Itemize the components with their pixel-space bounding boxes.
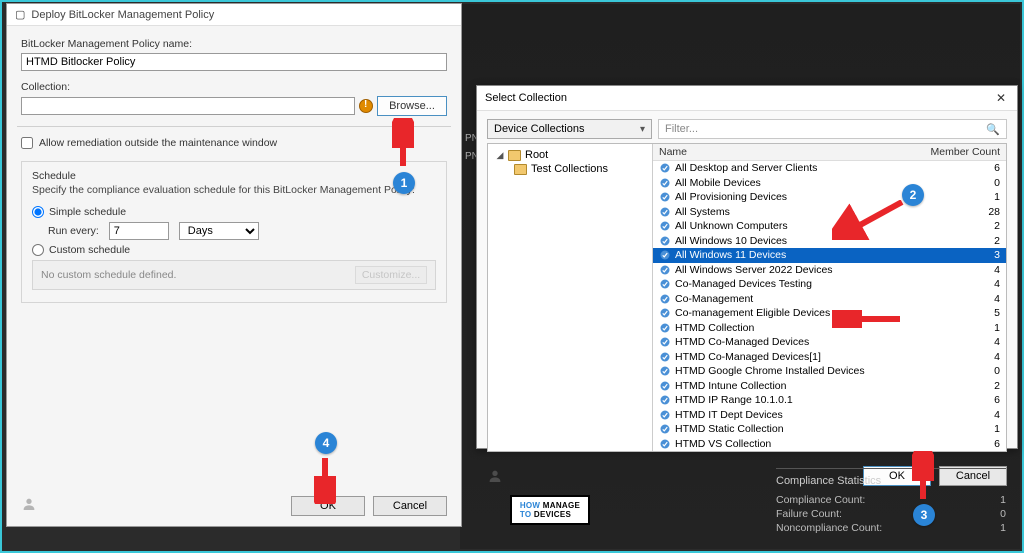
filter-input[interactable]: Filter... 🔍 xyxy=(658,119,1007,139)
schedule-heading: Schedule xyxy=(32,170,436,182)
compliance-title: Compliance Statistics xyxy=(776,475,1006,487)
window-icon: ▢ xyxy=(15,8,25,21)
deploy-ok-button[interactable]: OK xyxy=(291,496,365,516)
folder-icon xyxy=(508,150,521,161)
collection-icon xyxy=(659,220,671,232)
list-row[interactable]: All Windows Server 2022 Devices4 xyxy=(653,263,1006,278)
collection-icon xyxy=(659,438,671,450)
run-every-value[interactable] xyxy=(109,222,169,240)
compliance-statistics: Compliance Statistics Compliance Count:1… xyxy=(776,468,1006,535)
collection-icon xyxy=(659,293,671,305)
browse-button[interactable]: Browse... xyxy=(377,96,447,116)
folder-icon xyxy=(514,164,527,175)
tree-root[interactable]: ◢ Root xyxy=(492,148,648,162)
collection-icon xyxy=(659,409,671,421)
deploy-title: Deploy BitLocker Management Policy xyxy=(31,9,214,21)
collection-icon xyxy=(659,307,671,319)
list-row[interactable]: HTMD IT Dept Devices4 xyxy=(653,408,1006,423)
policy-name-field[interactable] xyxy=(21,53,447,71)
schedule-desc: Specify the compliance evaluation schedu… xyxy=(32,184,436,196)
list-row[interactable]: HTMD Intune Collection2 xyxy=(653,379,1006,394)
expander-icon[interactable]: ◢ xyxy=(496,150,504,161)
collection-icon xyxy=(659,206,671,218)
allow-remediation-checkbox[interactable]: Allow remediation outside the maintenanc… xyxy=(21,137,447,149)
custom-schedule-radio[interactable]: Custom schedule xyxy=(32,244,436,256)
list-row[interactable]: HTMD VS Collection6 xyxy=(653,437,1006,452)
policy-name-label: BitLocker Management Policy name: xyxy=(21,38,447,50)
deploy-dialog: ▢ Deploy BitLocker Management Policy Bit… xyxy=(6,3,462,527)
list-header: Name Member Count xyxy=(653,144,1006,161)
list-row[interactable]: HTMD Co-Managed Devices[1]4 xyxy=(653,350,1006,365)
list-row[interactable]: HTMD Google Chrome Installed Devices0 xyxy=(653,364,1006,379)
callout-2: 2 xyxy=(902,184,924,206)
callout-1: 1 xyxy=(393,172,415,194)
list-row[interactable]: All Mobile Devices0 xyxy=(653,176,1006,191)
callout-4: 4 xyxy=(315,432,337,454)
deploy-cancel-button[interactable]: Cancel xyxy=(373,496,447,516)
close-icon[interactable]: ✕ xyxy=(993,90,1009,106)
select-collection-dialog: Select Collection ✕ Device Collections F… xyxy=(476,85,1018,449)
tree-child[interactable]: Test Collections xyxy=(492,162,648,176)
collection-icon xyxy=(659,264,671,276)
collection-icon xyxy=(659,380,671,392)
warning-icon xyxy=(359,99,373,113)
user-icon xyxy=(487,468,503,484)
collection-icon xyxy=(659,177,671,189)
list-row[interactable]: All Unknown Computers2 xyxy=(653,219,1006,234)
compliance-row: Compliance Count:1 xyxy=(776,493,1006,507)
list-row[interactable]: HTMD Static Collection1 xyxy=(653,422,1006,437)
collection-type-dropdown[interactable]: Device Collections xyxy=(487,119,652,139)
howtomanagedevices-logo: HOW MANAGETO DEVICES xyxy=(510,495,590,525)
list-row[interactable]: HTMD IP Range 10.1.0.16 xyxy=(653,393,1006,408)
col-header-name[interactable]: Name xyxy=(659,146,910,158)
compliance-row: Noncompliance Count:1 xyxy=(776,521,1006,535)
collection-icon xyxy=(659,351,671,363)
collection-icon xyxy=(659,235,671,247)
select-title: Select Collection xyxy=(485,92,567,104)
collection-icon xyxy=(659,249,671,261)
collection-label: Collection: xyxy=(21,81,447,93)
collection-icon xyxy=(659,423,671,435)
list-row[interactable]: All Provisioning Devices1 xyxy=(653,190,1006,205)
simple-schedule-radio[interactable]: Simple schedule xyxy=(32,206,436,218)
collection-icon xyxy=(659,191,671,203)
collection-icon xyxy=(659,278,671,290)
col-header-count[interactable]: Member Count xyxy=(910,146,1000,158)
collection-tree[interactable]: ◢ Root Test Collections xyxy=(488,144,653,451)
list-row[interactable]: Co-Managed Devices Testing4 xyxy=(653,277,1006,292)
collection-icon xyxy=(659,336,671,348)
callout-3: 3 xyxy=(913,504,935,526)
list-row[interactable]: All Systems28 xyxy=(653,205,1006,220)
list-row[interactable]: Co-management Eligible Devices5 xyxy=(653,306,1006,321)
user-icon xyxy=(21,496,37,512)
list-row[interactable]: HTMD Co-Managed Devices4 xyxy=(653,335,1006,350)
collection-list[interactable]: All Desktop and Server Clients6All Mobil… xyxy=(653,161,1006,451)
collection-icon xyxy=(659,162,671,174)
customize-button: Customize... xyxy=(355,266,427,284)
list-row[interactable]: Co-Management4 xyxy=(653,292,1006,307)
compliance-row: Failure Count:0 xyxy=(776,507,1006,521)
deploy-title-bar: ▢ Deploy BitLocker Management Policy xyxy=(7,4,461,26)
search-icon: 🔍 xyxy=(986,123,1000,136)
run-every-unit[interactable]: Days xyxy=(179,222,259,240)
list-row[interactable]: All Windows 11 Devices3 xyxy=(653,248,1006,263)
list-row[interactable]: All Desktop and Server Clients6 xyxy=(653,161,1006,176)
collection-icon xyxy=(659,365,671,377)
collection-icon xyxy=(659,394,671,406)
collection-icon xyxy=(659,322,671,334)
custom-schedule-box: No custom schedule defined. Customize... xyxy=(32,260,436,290)
list-row[interactable]: HTMD Collection1 xyxy=(653,321,1006,336)
collection-field[interactable] xyxy=(21,97,355,115)
run-every-label: Run every: xyxy=(48,225,99,237)
list-row[interactable]: All Windows 10 Devices2 xyxy=(653,234,1006,249)
